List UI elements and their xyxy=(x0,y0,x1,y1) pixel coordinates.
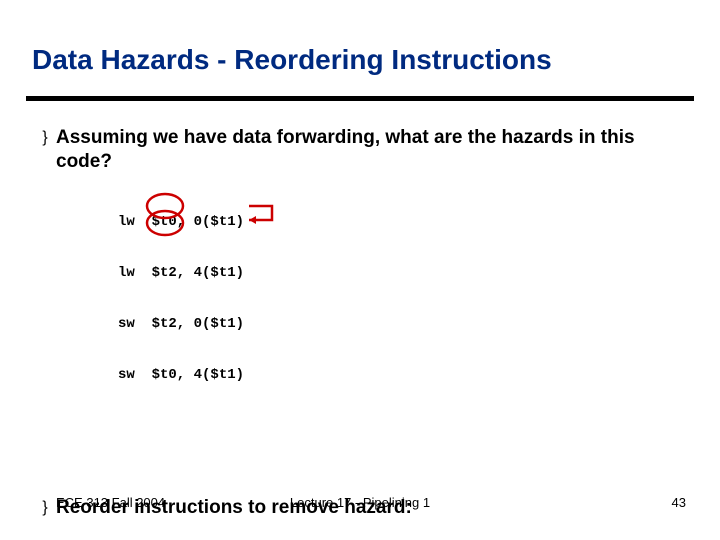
title-divider xyxy=(26,96,694,101)
bullet-item: } Assuming we have data forwarding, what… xyxy=(34,126,686,174)
slide: Data Hazards - Reordering Instructions }… xyxy=(0,0,720,540)
footer-page-number: 43 xyxy=(672,495,686,510)
code-block-before: lw $t0, 0($t1) lw $t2, 4($t1) sw $t2, 0(… xyxy=(118,180,686,486)
bullet-text: Assuming we have data forwarding, what a… xyxy=(56,126,686,174)
code-line: lw $t0, 0($t1) xyxy=(118,214,686,231)
bullet-mark-icon: } xyxy=(34,126,56,150)
slide-title: Data Hazards - Reordering Instructions xyxy=(32,44,688,76)
code-line: sw $t0, 4($t1) xyxy=(118,367,686,384)
code-line: lw $t2, 4($t1) xyxy=(118,265,686,282)
slide-body: } Assuming we have data forwarding, what… xyxy=(34,126,686,540)
code-line: sw $t2, 0($t1) xyxy=(118,316,686,333)
code-block-after: lw $t0, 0($t1) lw $t2, 4($t1) sw $t0, 4(… xyxy=(118,526,686,540)
footer-center: Lecture 17 - Pipelining 1 xyxy=(0,495,720,510)
